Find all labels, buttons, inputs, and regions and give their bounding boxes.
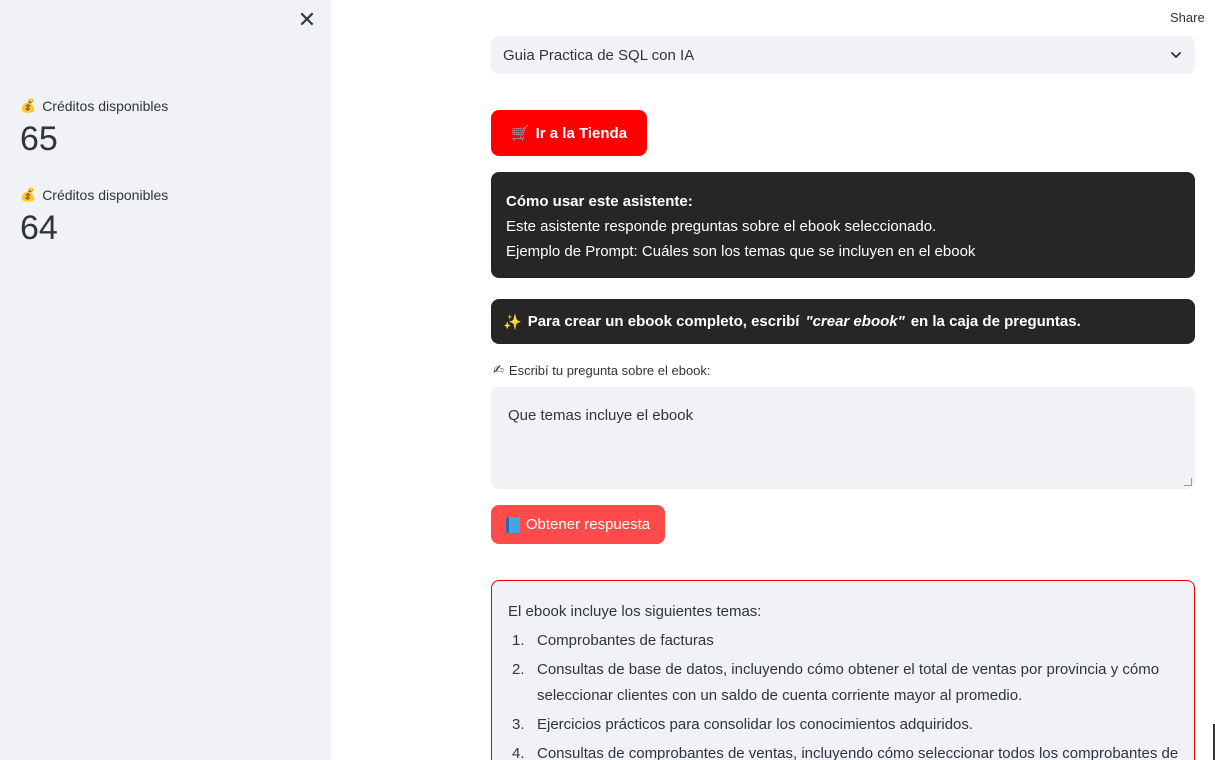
list-item-number: 1. [512, 632, 525, 649]
close-icon: ✕ [297, 7, 317, 32]
instructions-title: Cómo usar este asistente: [506, 193, 693, 210]
close-sidebar-button[interactable]: ✕ [296, 8, 318, 32]
book-icon [505, 516, 520, 533]
ebook-select[interactable]: Guia Practica de SQL con IA [491, 36, 1195, 74]
sidebar: ✕ 💰 Créditos disponibles 65 💰 Créditos d… [0, 0, 331, 760]
answer-intro: El ebook incluye los siguientes temas: [508, 603, 762, 620]
list-item-text: Consultas de comprobantes de ventas, inc… [537, 745, 1179, 760]
answer-box: El ebook incluye los siguientes temas: 1… [491, 580, 1195, 760]
sparkles-icon: ✨ [503, 313, 522, 331]
tip-text-after: en la caja de preguntas. [910, 313, 1081, 330]
list-item-number: 4. [512, 745, 525, 760]
tip-text-before: Para crear un ebook completo, escribí [527, 313, 800, 330]
instructions-box: Cómo usar este asistente: Este asistente… [491, 172, 1195, 278]
list-item-text: Ejercicios prácticos para consolidar los… [537, 716, 974, 733]
list-item-number: 2. [512, 661, 525, 678]
question-value: Que temas incluye el ebook [508, 407, 694, 424]
metric-value: 64 [20, 209, 58, 247]
list-item: 1. Comprobantes de facturas [508, 628, 1179, 654]
list-item: 2. Consultas de base de datos, incluyend… [508, 657, 1179, 709]
get-answer-button-label: Obtener respuesta [525, 516, 651, 533]
credits-metric-1: 💰 Créditos disponibles 65 [20, 96, 168, 160]
question-label-text: Escribí tu pregunta sobre el ebook: [508, 362, 711, 378]
metric-value: 65 [20, 120, 58, 158]
store-button-label: Ir a la Tienda [535, 124, 628, 142]
money-bag-icon: 💰 [20, 187, 37, 202]
money-bag-icon: 💰 [20, 98, 37, 113]
store-button[interactable]: 🛒 Ir a la Tienda [491, 110, 647, 156]
chevron-down-icon [1171, 52, 1181, 58]
list-item-number: 3. [512, 716, 525, 733]
metric-label: 💰 Créditos disponibles [20, 185, 168, 205]
answer-list: 1. Comprobantes de facturas 2. Consultas… [508, 628, 1179, 760]
list-item-text: Consultas de base de datos, incluyendo c… [537, 661, 1160, 704]
metric-label-text: Créditos disponibles [42, 98, 169, 114]
share-button[interactable]: Share [1170, 10, 1205, 25]
metric-label: 💰 Créditos disponibles [20, 96, 168, 116]
ebook-select-value: Guia Practica de SQL con IA [503, 46, 695, 64]
list-item: 4. Consultas de comprobantes de ventas, … [508, 741, 1179, 760]
metric-label-text: Créditos disponibles [42, 187, 169, 203]
writing-hand-icon: ✍ [493, 362, 504, 377]
shopping-cart-icon: 🛒 [510, 125, 530, 142]
list-item-text: Comprobantes de facturas [537, 632, 714, 649]
create-ebook-tip: ✨ Para crear un ebook completo, escribí … [491, 299, 1195, 344]
credits-metric-2: 💰 Créditos disponibles 64 [20, 185, 168, 249]
get-answer-button[interactable]: Obtener respuesta [491, 505, 665, 544]
list-item: 3. Ejercicios prácticos para consolidar … [508, 712, 1179, 738]
tip-keyword: "crear ebook" [805, 313, 905, 330]
question-label: ✍ Escribí tu pregunta sobre el ebook: [493, 362, 711, 378]
instructions-line-1: Este asistente responde preguntas sobre … [506, 218, 937, 235]
instructions-line-2: Ejemplo de Prompt: Cuáles son los temas … [506, 243, 976, 260]
question-textarea[interactable]: Que temas incluye el ebook [491, 387, 1195, 489]
resize-handle[interactable] [1184, 478, 1192, 486]
